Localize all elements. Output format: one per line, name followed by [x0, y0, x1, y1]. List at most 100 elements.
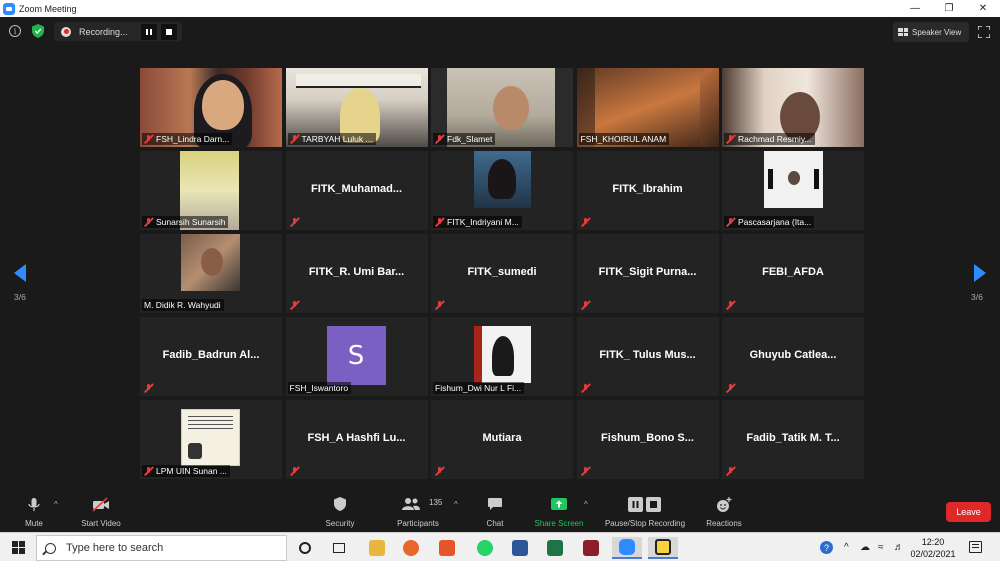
mic-muted-icon	[144, 134, 153, 144]
taskbar-search-box[interactable]: Type here to search	[36, 535, 287, 561]
participant-tile[interactable]: FITK_ Tulus Mus...	[576, 317, 719, 396]
participant-display-name: FITK_R. Umi Bar...	[308, 266, 405, 278]
mic-muted-icon	[435, 134, 444, 144]
encryption-shield-icon[interactable]	[32, 24, 44, 38]
participant-name-label: M. Didik R. Wahyudi	[142, 299, 224, 311]
share-options-chevron-icon[interactable]: ^	[584, 500, 588, 509]
participant-name-label: TARBYAH Luluk ...	[287, 133, 376, 145]
participant-tile[interactable]: Fadib_Tatik M. T...	[722, 400, 864, 479]
participant-tile[interactable]: FITK_Sigit Purna...	[576, 234, 719, 313]
participant-tile[interactable]: TARBYAH Luluk ...	[285, 68, 428, 147]
onedrive-icon[interactable]: ☁	[860, 533, 870, 561]
participant-name-label: FITK_Indriyani M...	[433, 216, 522, 228]
maximize-button[interactable]: ❐	[932, 0, 966, 17]
share-screen-button[interactable]: Share Screen	[531, 494, 587, 532]
previous-page-arrow[interactable]	[14, 264, 26, 282]
participant-tile[interactable]: FITK_R. Umi Bar...	[285, 234, 428, 313]
taskbar-clock[interactable]: 12:20 02/02/2021	[903, 536, 963, 560]
pause-recording-button[interactable]	[141, 23, 157, 40]
mic-muted-icon	[726, 217, 735, 227]
participants-label: Participants	[397, 519, 439, 528]
app-icon[interactable]	[576, 537, 606, 559]
participant-tile[interactable]: Fishum_Bono S...	[576, 400, 719, 479]
participant-tile[interactable]: FSH_A Hashfi Lu...	[285, 400, 428, 479]
participant-tile[interactable]: FITK_Ibrahim	[576, 151, 719, 230]
mute-button[interactable]: Mute	[14, 494, 54, 532]
start-video-button[interactable]: Start Video	[76, 494, 126, 532]
chat-icon	[488, 498, 502, 510]
participant-tile[interactable]: Fadib_Badrun Al...	[140, 317, 282, 396]
participant-tile[interactable]: M. Didik R. Wahyudi	[140, 234, 282, 313]
participant-tile[interactable]: Pascasarjana (Ita...	[722, 151, 864, 230]
page-indicator-right: 3/6	[971, 292, 983, 302]
office-icon[interactable]	[432, 537, 462, 559]
participant-display-name: FEBI_AFDA	[762, 266, 824, 278]
stop-recording-button[interactable]	[161, 23, 177, 40]
windows-start-icon[interactable]	[12, 541, 25, 554]
close-button[interactable]: ✕	[966, 0, 1000, 17]
pause-stop-recording-button[interactable]: Pause/Stop Recording	[600, 494, 690, 532]
participants-icon	[401, 498, 420, 510]
participant-status	[433, 299, 450, 311]
participant-tile[interactable]: FITK_Indriyani M...	[431, 151, 573, 230]
participant-tile[interactable]: Ghuyub Catlea...	[722, 317, 864, 396]
fullscreen-icon[interactable]	[978, 26, 990, 38]
notifications-icon[interactable]	[969, 541, 982, 553]
share-screen-icon	[551, 498, 567, 510]
profile-picture	[474, 151, 531, 208]
participant-name-label: Rachmad Resmiy...	[724, 133, 815, 145]
whatsapp-icon[interactable]	[470, 537, 500, 559]
mic-muted-icon	[290, 466, 299, 476]
participant-tile[interactable]: Rachmad Resmiy...	[722, 68, 864, 147]
mic-muted-icon	[581, 466, 590, 476]
participant-status	[142, 382, 159, 394]
participant-tile[interactable]: FSH_Lindra Darn...	[140, 68, 282, 147]
pause-stop-recording-label: Pause/Stop Recording	[604, 519, 686, 528]
reactions-label: Reactions	[706, 519, 742, 528]
sticky-notes-icon[interactable]	[648, 537, 678, 559]
next-page-arrow[interactable]	[974, 264, 986, 282]
page-indicator-left: 3/6	[14, 292, 26, 302]
audio-options-chevron-icon[interactable]: ^	[54, 500, 58, 509]
firefox-icon[interactable]	[396, 537, 426, 559]
reactions-button[interactable]: Reactions	[702, 494, 746, 532]
participant-tile[interactable]: LPM UIN Sunan ...	[140, 400, 282, 479]
participant-tile[interactable]: FITK_Muhamad...	[285, 151, 428, 230]
file-explorer-icon[interactable]	[362, 537, 392, 559]
leave-button[interactable]: Leave	[946, 502, 991, 522]
participant-status	[288, 216, 305, 228]
mic-muted-icon	[726, 134, 735, 144]
participant-tile[interactable]: Fdk_Slamet	[431, 68, 573, 147]
participant-status	[724, 382, 741, 394]
microphone-icon	[28, 498, 40, 511]
mic-muted-icon	[144, 466, 153, 476]
participant-tile[interactable]: Fishum_Dwi Nur L Fi...	[431, 317, 573, 396]
grid-icon	[898, 28, 908, 36]
participant-name-label: LPM UIN Sunan ...	[142, 465, 230, 477]
security-label: Security	[325, 519, 355, 528]
participant-tile[interactable]: FSH_KHOIRUL ANAM	[576, 68, 719, 147]
participant-tile[interactable]: FITK_sumedi	[431, 234, 573, 313]
minimize-button[interactable]: —	[898, 0, 932, 17]
speaker-view-button[interactable]: Speaker View	[893, 22, 969, 42]
participant-display-name: Ghuyub Catlea...	[749, 349, 837, 361]
wifi-icon[interactable]: ≈	[878, 533, 884, 561]
participants-options-chevron-icon[interactable]: ^	[454, 500, 458, 509]
help-icon[interactable]: ?	[820, 533, 833, 561]
word-icon[interactable]	[505, 537, 535, 559]
participant-tile[interactable]: S FSH_Iswantoro	[285, 317, 428, 396]
participant-tile[interactable]: FEBI_AFDA	[722, 234, 864, 313]
participant-status	[579, 216, 596, 228]
tray-chevron-up-icon[interactable]: ^	[844, 533, 849, 561]
meeting-info-icon[interactable]: i	[9, 25, 21, 37]
zoom-taskbar-icon[interactable]	[612, 537, 642, 559]
start-video-label: Start Video	[81, 519, 121, 528]
participant-tile[interactable]: Mutiara	[431, 400, 573, 479]
security-button[interactable]: Security	[320, 494, 360, 532]
participant-status	[724, 299, 741, 311]
cortana-icon[interactable]	[290, 537, 320, 559]
participant-tile[interactable]: Sunarsih Sunarsih	[140, 151, 282, 230]
task-view-icon[interactable]	[324, 537, 354, 559]
excel-icon[interactable]	[540, 537, 570, 559]
chat-button[interactable]: Chat	[477, 494, 513, 532]
